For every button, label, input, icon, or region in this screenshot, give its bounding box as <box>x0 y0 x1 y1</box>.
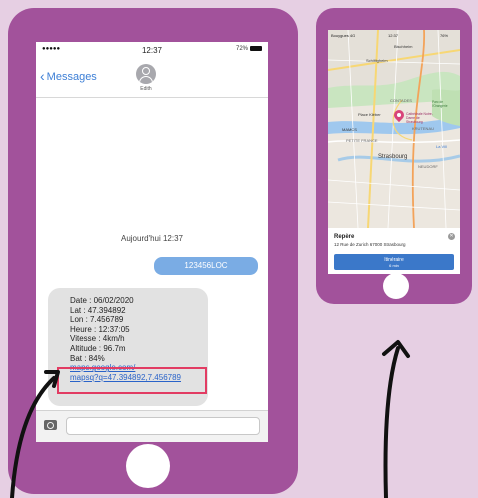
arrow-overlay <box>10 340 410 498</box>
left-arrow-icon <box>10 376 56 498</box>
right-arrow-icon <box>383 346 400 498</box>
